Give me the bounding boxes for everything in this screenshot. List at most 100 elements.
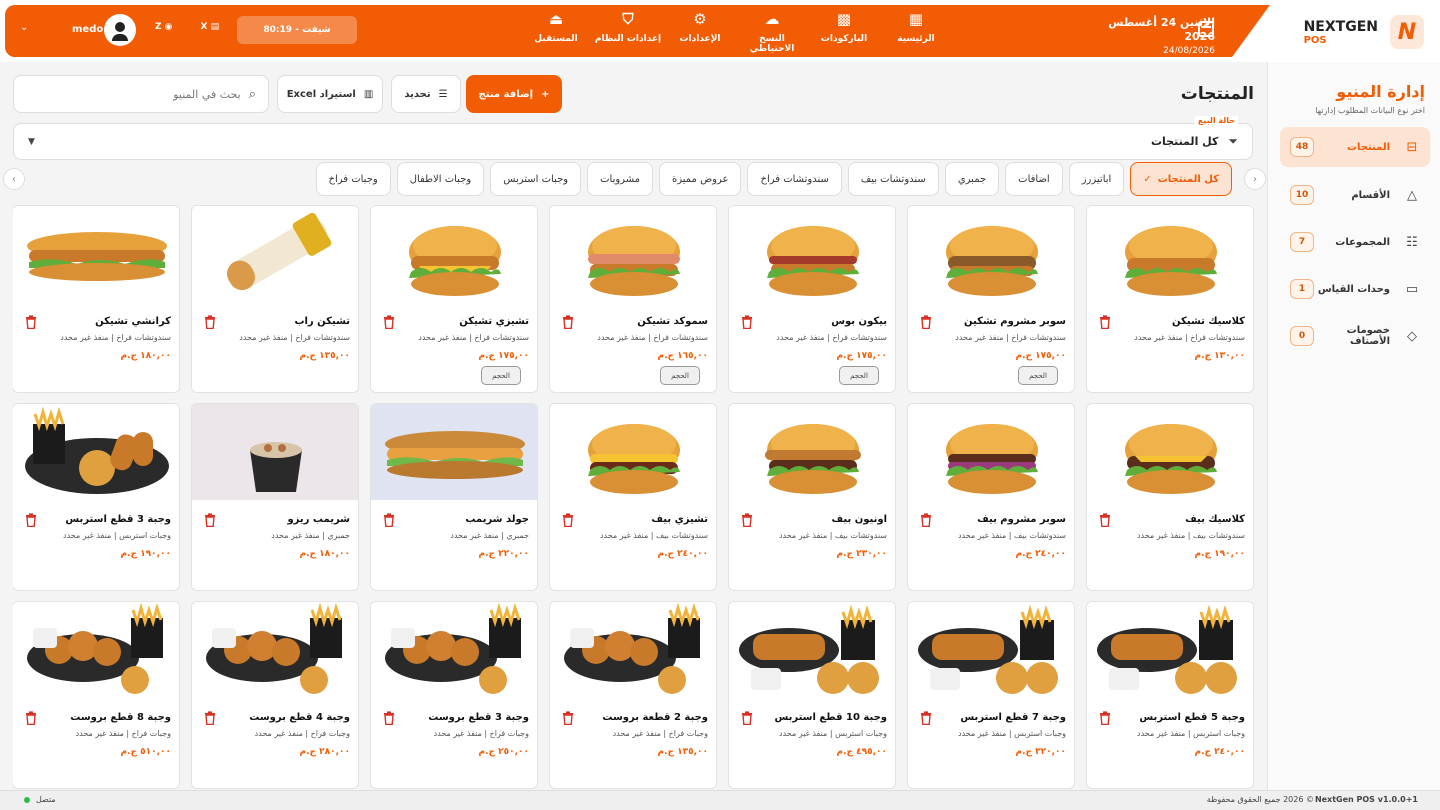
- category-chip[interactable]: وجبات استربس: [490, 162, 582, 196]
- report-shortcuts: Z ◉ X ▤: [155, 22, 219, 32]
- trash-icon[interactable]: [920, 512, 932, 528]
- product-card[interactable]: وجبة 3 قطع استربس وجبات استربس | منفذ غير…: [13, 403, 180, 591]
- trash-icon[interactable]: [25, 314, 37, 330]
- search-field[interactable]: ⌕: [13, 75, 269, 113]
- category-chip-label: سندوتشات فراخ: [760, 173, 829, 185]
- trash-icon[interactable]: [383, 512, 395, 528]
- trash-icon[interactable]: [1099, 512, 1111, 528]
- product-category: سندوتشات بيف | منفذ غير محدد: [1136, 531, 1245, 540]
- user-menu[interactable]: ⌄ medo: [20, 14, 140, 46]
- trash-icon[interactable]: [204, 710, 216, 726]
- nav-backup[interactable]: ☁ النسخ الاحتياطي: [736, 10, 808, 54]
- category-chip[interactable]: وجبات فراخ: [315, 162, 391, 196]
- shift-indicator[interactable]: شيفت - 80:19: [237, 16, 357, 44]
- trash-icon[interactable]: [204, 314, 216, 330]
- category-chip[interactable]: اضافات: [1005, 162, 1063, 196]
- product-card[interactable]: وجبة 8 قطع بروست وجبات فراخ | منفذ غير مح…: [13, 601, 180, 789]
- product-price: ١٣٠,٠٠ ج.م: [1194, 351, 1245, 361]
- sidebar-item-groups[interactable]: ☷ المجموعات 7: [1280, 222, 1430, 262]
- import-excel-button[interactable]: ▥ استيراد Excel: [277, 75, 383, 113]
- product-card[interactable]: وجبة 10 قطع استربس وجبات استربس | منفذ غي…: [728, 601, 896, 789]
- scroll-right-button[interactable]: ›: [1244, 168, 1266, 190]
- product-card[interactable]: تشيكن راب سندوتشات فراخ | منفذ غير محدد ١٣…: [191, 205, 359, 393]
- scroll-left-button[interactable]: ‹: [3, 168, 25, 190]
- category-chip[interactable]: جمبري: [944, 162, 1000, 196]
- product-card[interactable]: وجبة 3 قطع بروست وجبات فراخ | منفذ غير مح…: [370, 601, 538, 789]
- trash-icon[interactable]: [741, 314, 753, 330]
- file-icon: ▥: [363, 88, 374, 100]
- trash-icon[interactable]: [562, 512, 574, 528]
- plus-icon: +: [541, 88, 550, 100]
- nav-settings-label: الإعدادات: [679, 34, 721, 44]
- product-card[interactable]: تشيزي بيف سندوتشات بيف | منفذ غير محدد ٢٤٠…: [549, 403, 717, 591]
- nav-settings[interactable]: ⚙ الإعدادات: [664, 10, 736, 50]
- nav-home[interactable]: ▦ الرئيسية: [880, 10, 952, 50]
- category-chip[interactable]: عروض مميزة: [658, 162, 742, 196]
- sidebar-item-products[interactable]: ⊟ المنتجات 48: [1280, 127, 1430, 167]
- nav-system-settings[interactable]: ⛉ إعدادات النظام: [592, 10, 664, 50]
- product-name: سوبر مشروم تشكين: [963, 316, 1066, 327]
- category-chip[interactable]: مشروبات: [587, 162, 653, 196]
- main-content: المنتجات + إضافة منتج ☰ تحديد ▥ استيراد …: [0, 62, 1267, 790]
- trash-icon[interactable]: [383, 710, 395, 726]
- select-button[interactable]: ☰ تحديد: [391, 75, 461, 113]
- category-chip[interactable]: كل المنتجات ✓: [1130, 162, 1232, 196]
- product-image: [13, 602, 179, 698]
- filter-value: كل المنتجات: [1150, 135, 1219, 148]
- product-card[interactable]: كلاسيك بيف سندوتشات بيف | منفذ غير محدد ١٩…: [1086, 403, 1254, 591]
- category-chip[interactable]: وجبات الاطفال: [396, 162, 485, 196]
- filter-label: حالة البيع: [1194, 116, 1238, 125]
- category-chip[interactable]: سندوتشات بيف: [847, 162, 939, 196]
- product-card[interactable]: تشيزي تشيكن سندوتشات فراخ | منفذ غير محدد…: [370, 205, 538, 393]
- product-card[interactable]: بيكون بوس سندوتشات فراخ | منفذ غير محدد ١٧…: [728, 205, 896, 393]
- nav-barcodes[interactable]: ▩ الباركودات: [808, 10, 880, 50]
- product-card[interactable]: وجبة 7 قطع استربس وجبات استربس | منفذ غير…: [907, 601, 1075, 789]
- product-card[interactable]: كرانشي تشيكن سندوتشات فراخ | منفذ غير محد…: [13, 205, 180, 393]
- trash-icon[interactable]: [920, 710, 932, 726]
- nav-receiver[interactable]: ⏏ المستقبل: [520, 10, 592, 50]
- trash-icon[interactable]: [25, 710, 37, 726]
- product-card[interactable]: سوبر مشروم تشكين سندوتشات فراخ | منفذ غير…: [907, 205, 1075, 393]
- product-card[interactable]: وجبة 4 قطع بروست وجبات فراخ | منفذ غير مح…: [191, 601, 359, 789]
- sidebar-item-units[interactable]: ▭ وحدات القياس 1: [1280, 269, 1430, 309]
- sidebar-item-sections[interactable]: △ الأقسام 10: [1280, 175, 1430, 215]
- trash-icon[interactable]: [562, 314, 574, 330]
- size-option-tag[interactable]: الحجم: [839, 366, 879, 385]
- product-card[interactable]: سموكد تشيكن سندوتشات فراخ | منفذ غير محدد…: [549, 205, 717, 393]
- size-option-tag[interactable]: الحجم: [660, 366, 700, 385]
- trash-icon[interactable]: [204, 512, 216, 528]
- category-chip[interactable]: اباتيزرز: [1068, 162, 1125, 196]
- category-chip[interactable]: سندوتشات فراخ: [747, 162, 842, 196]
- product-card[interactable]: شريمب ريزو جمبري | منفذ غير محدد ١٨٠,٠٠ ج.…: [191, 403, 359, 591]
- product-price: ١٣٥,٠٠ ج.م: [657, 747, 708, 757]
- size-option-tag[interactable]: الحجم: [1018, 366, 1058, 385]
- size-option-tag[interactable]: الحجم: [481, 366, 521, 385]
- trash-icon[interactable]: [562, 710, 574, 726]
- x-report-button[interactable]: X ▤: [201, 22, 220, 32]
- add-product-button[interactable]: + إضافة منتج: [466, 75, 562, 113]
- trash-icon[interactable]: [920, 314, 932, 330]
- trash-icon[interactable]: [383, 314, 395, 330]
- app-version: NextGen POS v1.0.0+1: [1314, 795, 1418, 804]
- product-card[interactable]: وجبة 5 قطع استربس وجبات استربس | منفذ غير…: [1086, 601, 1254, 789]
- sidebar-item-discounts[interactable]: ◇ خصومات الأصناف 0: [1280, 316, 1430, 356]
- category-chip-label: اضافات: [1018, 173, 1050, 185]
- z-report-button[interactable]: Z ◉: [155, 22, 173, 32]
- sale-status-filter[interactable]: حالة البيع ⏷ كل المنتجات ▼: [13, 116, 1253, 160]
- product-card[interactable]: اونيون بيف سندوتشات بيف | منفذ غير محدد ٢٣…: [728, 403, 896, 591]
- product-card[interactable]: كلاسيك تشيكن سندوتشات فراخ | منفذ غير محد…: [1086, 205, 1254, 393]
- trash-icon[interactable]: [1099, 314, 1111, 330]
- trash-icon[interactable]: [741, 512, 753, 528]
- select-label: تحديد: [404, 88, 431, 100]
- trash-icon[interactable]: [741, 710, 753, 726]
- trash-icon[interactable]: [25, 512, 37, 528]
- trash-icon[interactable]: [1099, 710, 1111, 726]
- product-grid: كلاسيك تشيكن سندوتشات فراخ | منفذ غير محد…: [13, 205, 1254, 790]
- product-card[interactable]: وجبة 2 قطعة بروست وجبات فراخ | منفذ غير م…: [549, 601, 717, 789]
- product-image: [550, 404, 716, 500]
- product-card[interactable]: جولد شريمب جمبري | منفذ غير محدد ٢٢٠,٠٠ ج.…: [370, 403, 538, 591]
- product-card[interactable]: سوبر مشروم بيف سندوتشات بيف | منفذ غير مح…: [907, 403, 1075, 591]
- product-image: [13, 206, 179, 302]
- search-input[interactable]: [26, 87, 241, 101]
- product-category: سندوتشات فراخ | منفذ غير محدد: [955, 333, 1066, 342]
